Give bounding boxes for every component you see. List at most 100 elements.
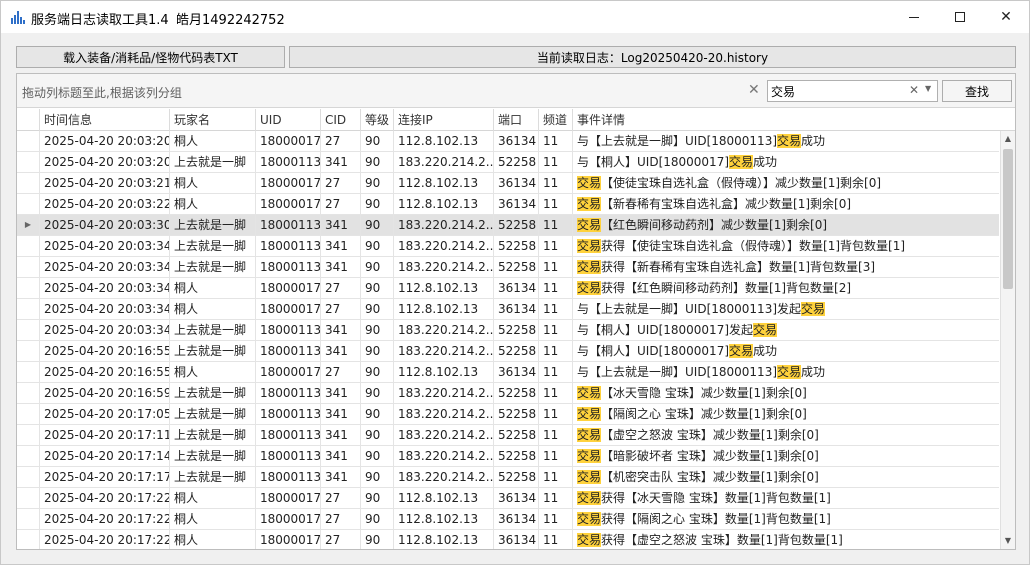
- cell-ip[interactable]: 183.220.214.2...: [393, 404, 493, 424]
- cell-event[interactable]: 交易【红色瞬间移动药剂】减少数量[1]剩余[0]: [572, 215, 999, 235]
- cell-cid[interactable]: 341: [320, 467, 360, 487]
- cell-ip[interactable]: 112.8.102.13: [393, 194, 493, 214]
- cell-channel[interactable]: 11: [538, 362, 572, 382]
- cell-player[interactable]: 桐人: [169, 299, 255, 319]
- row-indicator[interactable]: [17, 278, 39, 298]
- cell-ip[interactable]: 183.220.214.2...: [393, 467, 493, 487]
- cell-uid[interactable]: 18000017: [255, 509, 320, 529]
- cell-level[interactable]: 90: [360, 173, 393, 193]
- table-row[interactable]: ▶ 2025-04-20 20:03:30 上去就是一脚 18000113 341 90 1…: [17, 215, 999, 236]
- table-row[interactable]: 2025-04-20 20:03:34 上去就是一脚 18000113 341 90 18…: [17, 320, 999, 341]
- cell-cid[interactable]: 341: [320, 383, 360, 403]
- table-row[interactable]: 2025-04-20 20:17:22 桐人 18000017 27 90 112.8.1…: [17, 509, 999, 530]
- cell-cid[interactable]: 341: [320, 257, 360, 277]
- cell-ip[interactable]: 183.220.214.2...: [393, 383, 493, 403]
- scroll-up-icon[interactable]: ▲: [1001, 131, 1015, 147]
- cell-time[interactable]: 2025-04-20 20:16:55: [39, 362, 169, 382]
- cell-uid[interactable]: 18000113: [255, 425, 320, 445]
- cell-ip[interactable]: 112.8.102.13: [393, 131, 493, 151]
- cell-time[interactable]: 2025-04-20 20:16:59: [39, 383, 169, 403]
- cell-channel[interactable]: 11: [538, 131, 572, 151]
- cell-time[interactable]: 2025-04-20 20:17:22: [39, 488, 169, 508]
- cell-channel[interactable]: 11: [538, 341, 572, 361]
- cell-player[interactable]: 上去就是一脚: [169, 152, 255, 172]
- cell-level[interactable]: 90: [360, 530, 393, 549]
- cell-uid[interactable]: 18000113: [255, 383, 320, 403]
- row-indicator[interactable]: [17, 299, 39, 319]
- cell-uid[interactable]: 18000113: [255, 236, 320, 256]
- cell-uid[interactable]: 18000113: [255, 404, 320, 424]
- cell-event[interactable]: 交易【虚空之怒波 宝珠】减少数量[1]剩余[0]: [572, 425, 999, 445]
- cell-ip[interactable]: 112.8.102.13: [393, 173, 493, 193]
- cell-level[interactable]: 90: [360, 278, 393, 298]
- row-indicator[interactable]: [17, 488, 39, 508]
- cell-event[interactable]: 交易获得【使徒宝珠自选礼盒（假侍魂）】数量[1]背包数量[1]: [572, 236, 999, 256]
- cell-time[interactable]: 2025-04-20 20:17:22: [39, 530, 169, 549]
- cell-time[interactable]: 2025-04-20 20:03:34: [39, 236, 169, 256]
- cell-player[interactable]: 上去就是一脚: [169, 425, 255, 445]
- cell-ip[interactable]: 112.8.102.13: [393, 509, 493, 529]
- cell-ip[interactable]: 112.8.102.13: [393, 488, 493, 508]
- scroll-thumb[interactable]: [1003, 149, 1013, 289]
- cell-port[interactable]: 36134: [493, 173, 538, 193]
- cell-ip[interactable]: 112.8.102.13: [393, 362, 493, 382]
- cell-uid[interactable]: 18000017: [255, 299, 320, 319]
- row-indicator[interactable]: [17, 236, 39, 256]
- cell-ip[interactable]: 183.220.214.2...: [393, 236, 493, 256]
- cell-channel[interactable]: 11: [538, 215, 572, 235]
- cell-channel[interactable]: 11: [538, 173, 572, 193]
- cell-port[interactable]: 36134: [493, 362, 538, 382]
- cell-player[interactable]: 桐人: [169, 509, 255, 529]
- cell-event[interactable]: 与【桐人】UID[18000017]交易成功: [572, 341, 999, 361]
- header-col-player[interactable]: 玩家名: [169, 109, 255, 131]
- cell-cid[interactable]: 27: [320, 488, 360, 508]
- cell-ip[interactable]: 183.220.214.2...: [393, 320, 493, 340]
- row-indicator[interactable]: [17, 257, 39, 277]
- cell-time[interactable]: 2025-04-20 20:17:11: [39, 425, 169, 445]
- table-row[interactable]: 2025-04-20 20:03:34 上去就是一脚 18000113 341 90 18…: [17, 236, 999, 257]
- header-col-ip[interactable]: 连接IP: [393, 109, 493, 131]
- cell-level[interactable]: 90: [360, 320, 393, 340]
- table-row[interactable]: 2025-04-20 20:16:55 桐人 18000017 27 90 112.8.1…: [17, 362, 999, 383]
- cell-cid[interactable]: 27: [320, 299, 360, 319]
- cell-time[interactable]: 2025-04-20 20:03:20: [39, 131, 169, 151]
- cell-cid[interactable]: 341: [320, 404, 360, 424]
- cell-time[interactable]: 2025-04-20 20:17:14: [39, 446, 169, 466]
- cell-channel[interactable]: 11: [538, 530, 572, 549]
- cell-player[interactable]: 上去就是一脚: [169, 236, 255, 256]
- cell-time[interactable]: 2025-04-20 20:03:34: [39, 299, 169, 319]
- cell-event[interactable]: 交易【冰天雪隐 宝珠】减少数量[1]剩余[0]: [572, 383, 999, 403]
- cell-channel[interactable]: 11: [538, 194, 572, 214]
- cell-cid[interactable]: 341: [320, 341, 360, 361]
- cell-cid[interactable]: 27: [320, 194, 360, 214]
- cell-cid[interactable]: 27: [320, 173, 360, 193]
- cell-time[interactable]: 2025-04-20 20:03:34: [39, 320, 169, 340]
- cell-port[interactable]: 52258: [493, 320, 538, 340]
- cell-port[interactable]: 36134: [493, 530, 538, 549]
- row-indicator[interactable]: [17, 383, 39, 403]
- table-row[interactable]: 2025-04-20 20:17:11 上去就是一脚 18000113 341 90 18…: [17, 425, 999, 446]
- cell-port[interactable]: 52258: [493, 152, 538, 172]
- cell-uid[interactable]: 18000113: [255, 341, 320, 361]
- table-row[interactable]: 2025-04-20 20:03:20 上去就是一脚 18000113 341 90 18…: [17, 152, 999, 173]
- cell-time[interactable]: 2025-04-20 20:03:20: [39, 152, 169, 172]
- cell-event[interactable]: 与【上去就是一脚】UID[18000113]交易成功: [572, 362, 999, 382]
- cell-level[interactable]: 90: [360, 152, 393, 172]
- row-indicator[interactable]: [17, 173, 39, 193]
- cell-level[interactable]: 90: [360, 362, 393, 382]
- row-indicator[interactable]: [17, 509, 39, 529]
- cell-channel[interactable]: 11: [538, 320, 572, 340]
- cell-cid[interactable]: 341: [320, 152, 360, 172]
- cell-event[interactable]: 交易【暗影破坏者 宝珠】减少数量[1]剩余[0]: [572, 446, 999, 466]
- cell-level[interactable]: 90: [360, 257, 393, 277]
- cell-cid[interactable]: 27: [320, 509, 360, 529]
- cell-level[interactable]: 90: [360, 467, 393, 487]
- cell-uid[interactable]: 18000017: [255, 173, 320, 193]
- row-indicator[interactable]: [17, 467, 39, 487]
- cell-player[interactable]: 上去就是一脚: [169, 404, 255, 424]
- header-col-level[interactable]: 等级: [360, 109, 393, 131]
- cell-channel[interactable]: 11: [538, 236, 572, 256]
- chevron-down-icon[interactable]: ▼: [925, 84, 931, 93]
- cell-ip[interactable]: 183.220.214.2...: [393, 152, 493, 172]
- cell-player[interactable]: 桐人: [169, 173, 255, 193]
